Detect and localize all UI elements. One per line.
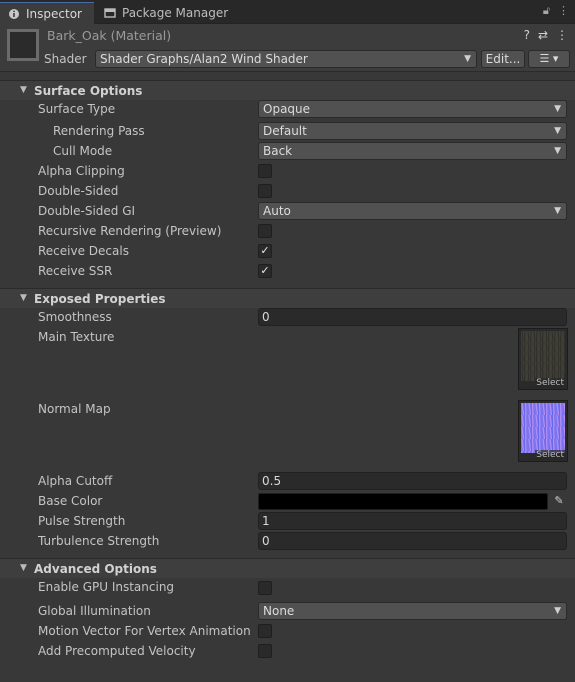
chevron-down-icon: ▼: [554, 206, 561, 216]
rendering-pass-value: Default: [263, 124, 307, 138]
shader-dropdown[interactable]: Shader Graphs/Alan2 Wind Shader ▼: [95, 50, 477, 68]
help-icon[interactable]: ?: [524, 28, 530, 42]
motion-vector-label: Motion Vector For Vertex Animation: [38, 624, 251, 638]
chevron-down-icon: ▼: [554, 606, 561, 616]
pulse-strength-label: Pulse Strength: [38, 514, 126, 528]
chevron-down-icon: ▼: [554, 126, 561, 136]
normal-map-thumbnail: [521, 403, 565, 453]
receive-decals-checkbox[interactable]: ✓: [258, 244, 272, 258]
main-texture-select-button[interactable]: Select: [535, 378, 565, 388]
alpha-cutoff-label: Alpha Cutoff: [38, 474, 113, 488]
chevron-down-icon: ▼: [554, 146, 561, 156]
rendering-pass-dropdown[interactable]: Default ▼: [258, 122, 567, 140]
material-preview-icon: [7, 29, 39, 61]
surface-type-dropdown[interactable]: Opaque ▼: [258, 100, 567, 118]
gpu-instancing-label: Enable GPU Instancing: [38, 580, 175, 594]
package-icon: [104, 8, 116, 18]
lock-icon[interactable]: 🔓︎: [543, 4, 550, 18]
double-sided-gi-dropdown[interactable]: Auto ▼: [258, 202, 567, 220]
expand-triangle-icon: ▼: [20, 563, 27, 573]
more-menu-icon[interactable]: ⋮: [558, 4, 569, 18]
material-title: Bark_Oak (Material): [47, 28, 172, 43]
tab-inspector-label: Inspector: [26, 6, 82, 21]
main-texture-slot[interactable]: Select: [518, 328, 568, 390]
receive-ssr-label: Receive SSR: [38, 264, 113, 278]
double-sided-label: Double-Sided: [38, 184, 119, 198]
turbulence-strength-label: Turbulence Strength: [38, 534, 160, 548]
preset-icon[interactable]: ⇄: [538, 28, 548, 42]
normal-map-slot[interactable]: Select: [518, 400, 568, 462]
header-icons: ? ⇄ ⋮: [524, 28, 568, 42]
motion-vector-checkbox[interactable]: [258, 624, 272, 638]
expand-triangle-icon: ▼: [20, 293, 27, 303]
rendering-pass-label: Rendering Pass: [53, 124, 145, 138]
info-icon: [9, 8, 19, 19]
normal-map-select-button[interactable]: Select: [535, 450, 565, 460]
double-sided-checkbox[interactable]: [258, 184, 272, 198]
double-sided-gi-label: Double-Sided GI: [38, 204, 136, 218]
tab-package-manager-label: Package Manager: [122, 6, 229, 20]
cull-mode-value: Back: [263, 144, 293, 158]
section-title: Advanced Options: [34, 562, 157, 576]
chevron-down-icon: ▼: [464, 54, 471, 64]
chevron-down-icon: ▼: [554, 104, 561, 114]
bark-texture-thumbnail: [521, 331, 565, 381]
global-illumination-label: Global Illumination: [38, 604, 151, 618]
checkmark-icon: ✓: [260, 264, 270, 277]
tab-inspector[interactable]: Inspector: [0, 2, 94, 24]
eyedropper-icon[interactable]: ✎: [550, 492, 568, 510]
recursive-rendering-label: Recursive Rendering (Preview): [38, 224, 222, 238]
tab-bar: Inspector Package Manager 🔓︎ ⋮: [0, 0, 575, 24]
receive-ssr-checkbox[interactable]: ✓: [258, 264, 272, 278]
section-surface-options[interactable]: ▼ Surface Options: [0, 80, 575, 100]
checkmark-icon: ✓: [260, 244, 270, 257]
alpha-cutoff-field[interactable]: 0.5: [258, 472, 567, 490]
settings-menu-icon[interactable]: ⋮: [556, 28, 568, 42]
receive-decals-label: Receive Decals: [38, 244, 129, 258]
tab-actions: 🔓︎ ⋮: [543, 4, 569, 18]
main-texture-label: Main Texture: [38, 330, 115, 344]
tab-package-manager[interactable]: Package Manager: [96, 2, 231, 24]
turbulence-strength-field[interactable]: 0: [258, 532, 567, 550]
precomputed-velocity-label: Add Precomputed Velocity: [38, 644, 196, 658]
smoothness-field[interactable]: 0: [258, 308, 567, 326]
global-illumination-dropdown[interactable]: None ▼: [258, 602, 567, 620]
surface-type-value: Opaque: [263, 102, 311, 116]
double-sided-gi-value: Auto: [263, 204, 291, 218]
gpu-instancing-checkbox[interactable]: [258, 581, 272, 595]
section-advanced-options[interactable]: ▼ Advanced Options: [0, 558, 575, 578]
smoothness-label: Smoothness: [38, 310, 112, 324]
shader-label: Shader: [44, 52, 87, 66]
precomputed-velocity-checkbox[interactable]: [258, 644, 272, 658]
surface-type-label: Surface Type: [38, 102, 116, 116]
edit-shader-button[interactable]: Edit...: [481, 50, 525, 68]
section-title: Surface Options: [34, 84, 143, 98]
normal-map-label: Normal Map: [38, 402, 111, 416]
list-menu-button[interactable]: ☰ ▾: [528, 50, 570, 68]
alpha-clipping-checkbox[interactable]: [258, 164, 272, 178]
base-color-label: Base Color: [38, 494, 103, 508]
cull-mode-dropdown[interactable]: Back ▼: [258, 142, 567, 160]
pulse-strength-field[interactable]: 1: [258, 512, 567, 530]
recursive-rendering-checkbox[interactable]: [258, 224, 272, 238]
section-exposed-properties[interactable]: ▼ Exposed Properties: [0, 288, 575, 308]
global-illumination-value: None: [263, 604, 295, 618]
cull-mode-label: Cull Mode: [53, 144, 113, 158]
shader-value: Shader Graphs/Alan2 Wind Shader: [100, 52, 308, 66]
base-color-swatch[interactable]: [258, 493, 548, 510]
section-title: Exposed Properties: [34, 292, 166, 306]
alpha-clipping-label: Alpha Clipping: [38, 164, 125, 178]
expand-triangle-icon: ▼: [20, 85, 27, 95]
material-header: Bark_Oak (Material) ? ⇄ ⋮ Shader Shader …: [0, 24, 575, 72]
